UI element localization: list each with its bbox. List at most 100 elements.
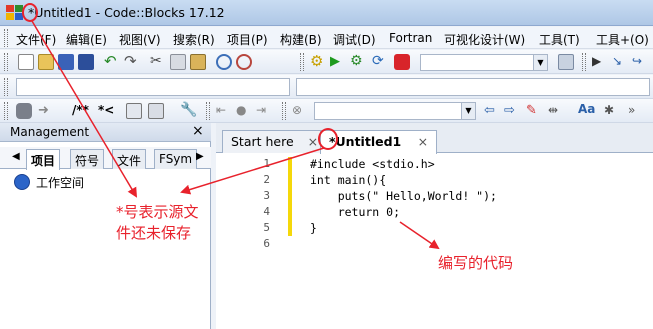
- close-icon[interactable]: ×: [192, 123, 204, 139]
- workspace-icon: [14, 174, 30, 190]
- toolbar-grip[interactable]: [4, 53, 8, 71]
- scope-toolbar: [0, 75, 653, 99]
- chevron-down-icon: ▼: [533, 55, 547, 70]
- line-number: 1: [263, 157, 270, 170]
- management-header: Management ×: [0, 123, 211, 142]
- search-toolbar-grip[interactable]: [282, 102, 286, 120]
- code-note: 编写的代码: [438, 254, 514, 272]
- function-select[interactable]: [296, 78, 650, 96]
- undo-icon[interactable]: ↶: [104, 54, 120, 70]
- debug-toolbar-grip[interactable]: [582, 53, 586, 71]
- close-tab-icon[interactable]: ×: [418, 134, 428, 149]
- paste-icon[interactable]: [190, 54, 206, 70]
- redo-icon[interactable]: ↷: [124, 54, 140, 70]
- clear-search-icon[interactable]: ⊗: [292, 103, 308, 119]
- save-all-icon[interactable]: [78, 54, 94, 70]
- menu-search[interactable]: 搜索(R): [173, 31, 215, 48]
- abort-icon[interactable]: [394, 54, 410, 70]
- menu-tools[interactable]: 工具(T): [539, 31, 580, 48]
- menu-project[interactable]: 项目(P): [227, 31, 268, 48]
- next-line-icon[interactable]: ↪: [632, 54, 648, 70]
- code-toolbar: ➜ /** *< 🔧 ⇤ ● ⇥ ⊗ ▼ ⇦ ⇨ ✎ ⇹ Aa ✱ »: [0, 99, 653, 123]
- insert-code-icon[interactable]: [126, 103, 142, 119]
- line-number-gutter: 1 2 3 4 5 6: [216, 154, 290, 329]
- change-bar: [288, 157, 292, 236]
- close-tab-icon[interactable]: ×: [308, 134, 318, 149]
- line-number: 5: [263, 221, 270, 234]
- menu-debug[interactable]: 调试(D): [333, 31, 376, 48]
- tab-scroll-right-icon[interactable]: ▶: [196, 151, 204, 162]
- menu-grip[interactable]: [4, 29, 8, 47]
- rebuild-icon[interactable]: ⟳: [372, 54, 388, 70]
- tab-asterisk-circle: [318, 128, 338, 150]
- jump-forward-icon[interactable]: ➜: [38, 103, 54, 119]
- workspace-tree-root[interactable]: 工作空间: [36, 174, 84, 191]
- save-icon[interactable]: [58, 54, 74, 70]
- cut-icon[interactable]: ✂: [150, 54, 166, 70]
- tab-fsymbols[interactable]: FSym: [154, 149, 198, 169]
- code-line: }: [310, 221, 317, 235]
- build-and-run-icon[interactable]: ⚙: [350, 54, 366, 70]
- tab-scroll-left-icon[interactable]: ◀: [12, 151, 20, 162]
- open-folder-icon[interactable]: [38, 54, 54, 70]
- build-toolbar-grip[interactable]: [300, 53, 304, 71]
- title-asterisk-circle: [22, 3, 38, 22]
- scope-grip[interactable]: [4, 78, 8, 96]
- match-icon[interactable]: ⇹: [548, 103, 564, 119]
- find-prev-icon[interactable]: ⇦: [484, 103, 500, 119]
- doc-block-icon[interactable]: [148, 103, 164, 119]
- target-options-icon[interactable]: [558, 54, 574, 70]
- management-tabs: ◀ 项目 符号 文件 FSym ▶: [0, 147, 211, 170]
- build-target-select[interactable]: ▼: [420, 54, 548, 71]
- line-number: 4: [263, 205, 270, 218]
- next-bookmark-icon[interactable]: ⇥: [256, 103, 272, 119]
- bookmark-icon[interactable]: ●: [236, 103, 252, 119]
- highlight-icon[interactable]: ✎: [526, 103, 542, 119]
- match-case-button[interactable]: Aa: [578, 102, 595, 116]
- unsaved-note-line1: *号表示源文: [116, 203, 199, 221]
- tab-label: Start here: [231, 134, 294, 149]
- code-line: #include <stdio.h>: [310, 157, 435, 171]
- toolbar-overflow-icon[interactable]: »: [628, 103, 644, 119]
- code-editor[interactable]: #include <stdio.h> int main(){ puts(" He…: [310, 154, 650, 329]
- menu-edit[interactable]: 编辑(E): [66, 31, 107, 48]
- regex-icon[interactable]: ✱: [604, 103, 620, 119]
- new-file-icon[interactable]: [18, 54, 34, 70]
- doxygen-comment-button[interactable]: /**: [72, 103, 89, 117]
- menu-fortran[interactable]: Fortran: [389, 31, 432, 45]
- code-toolbar-grip[interactable]: [4, 102, 8, 120]
- menu-visual-design[interactable]: 可视化设计(W): [444, 31, 525, 48]
- menu-view[interactable]: 视图(V): [119, 31, 161, 48]
- build-gear-icon[interactable]: ⚙: [310, 54, 326, 70]
- prev-bookmark-icon[interactable]: ⇤: [216, 103, 232, 119]
- menu-tools-plus[interactable]: 工具+(O): [596, 31, 649, 48]
- nav-toolbar-grip[interactable]: [206, 102, 210, 120]
- replace-icon[interactable]: [236, 54, 252, 70]
- debug-run-icon[interactable]: ▶: [592, 54, 608, 70]
- main-toolbar: ↶ ↷ ✂ ⚙ ▶ ⚙ ⟳ ▼ ▶ ↘ ↪: [0, 50, 653, 74]
- search-input[interactable]: ▼: [314, 102, 476, 120]
- menu-file[interactable]: 文件(F): [16, 31, 56, 48]
- tab-symbols[interactable]: 符号: [70, 149, 105, 169]
- editor-tabs: Start here × *Untitled1 ×: [216, 123, 653, 154]
- code-line: int main(){: [310, 173, 387, 187]
- find-next-icon[interactable]: ⇨: [504, 103, 520, 119]
- tab-files[interactable]: 文件: [112, 149, 147, 169]
- editor-area: Start here × *Untitled1 × 1 2 3 4 5 6 #i…: [216, 123, 653, 329]
- title-bar: *Untitled1 - Code::Blocks 17.12: [0, 0, 653, 26]
- run-icon[interactable]: ▶: [330, 54, 346, 70]
- run-to-cursor-icon[interactable]: ↘: [612, 54, 628, 70]
- wrench-icon[interactable]: 🔧: [180, 103, 197, 119]
- tab-start-here[interactable]: Start here ×: [222, 130, 328, 153]
- stream-comment-button[interactable]: *<: [98, 103, 114, 117]
- code-line: puts(" Hello,World! ");: [310, 189, 497, 203]
- find-icon[interactable]: [216, 54, 232, 70]
- scope-select[interactable]: [16, 78, 290, 96]
- line-number: 2: [263, 173, 270, 186]
- jump-back-icon[interactable]: [16, 103, 32, 119]
- menu-build[interactable]: 构建(B): [280, 31, 322, 48]
- tab-projects[interactable]: 项目: [26, 149, 61, 170]
- unsaved-note-line2: 件还未保存: [116, 224, 192, 242]
- window-title: *Untitled1 - Code::Blocks 17.12: [28, 5, 225, 20]
- copy-icon[interactable]: [170, 54, 186, 70]
